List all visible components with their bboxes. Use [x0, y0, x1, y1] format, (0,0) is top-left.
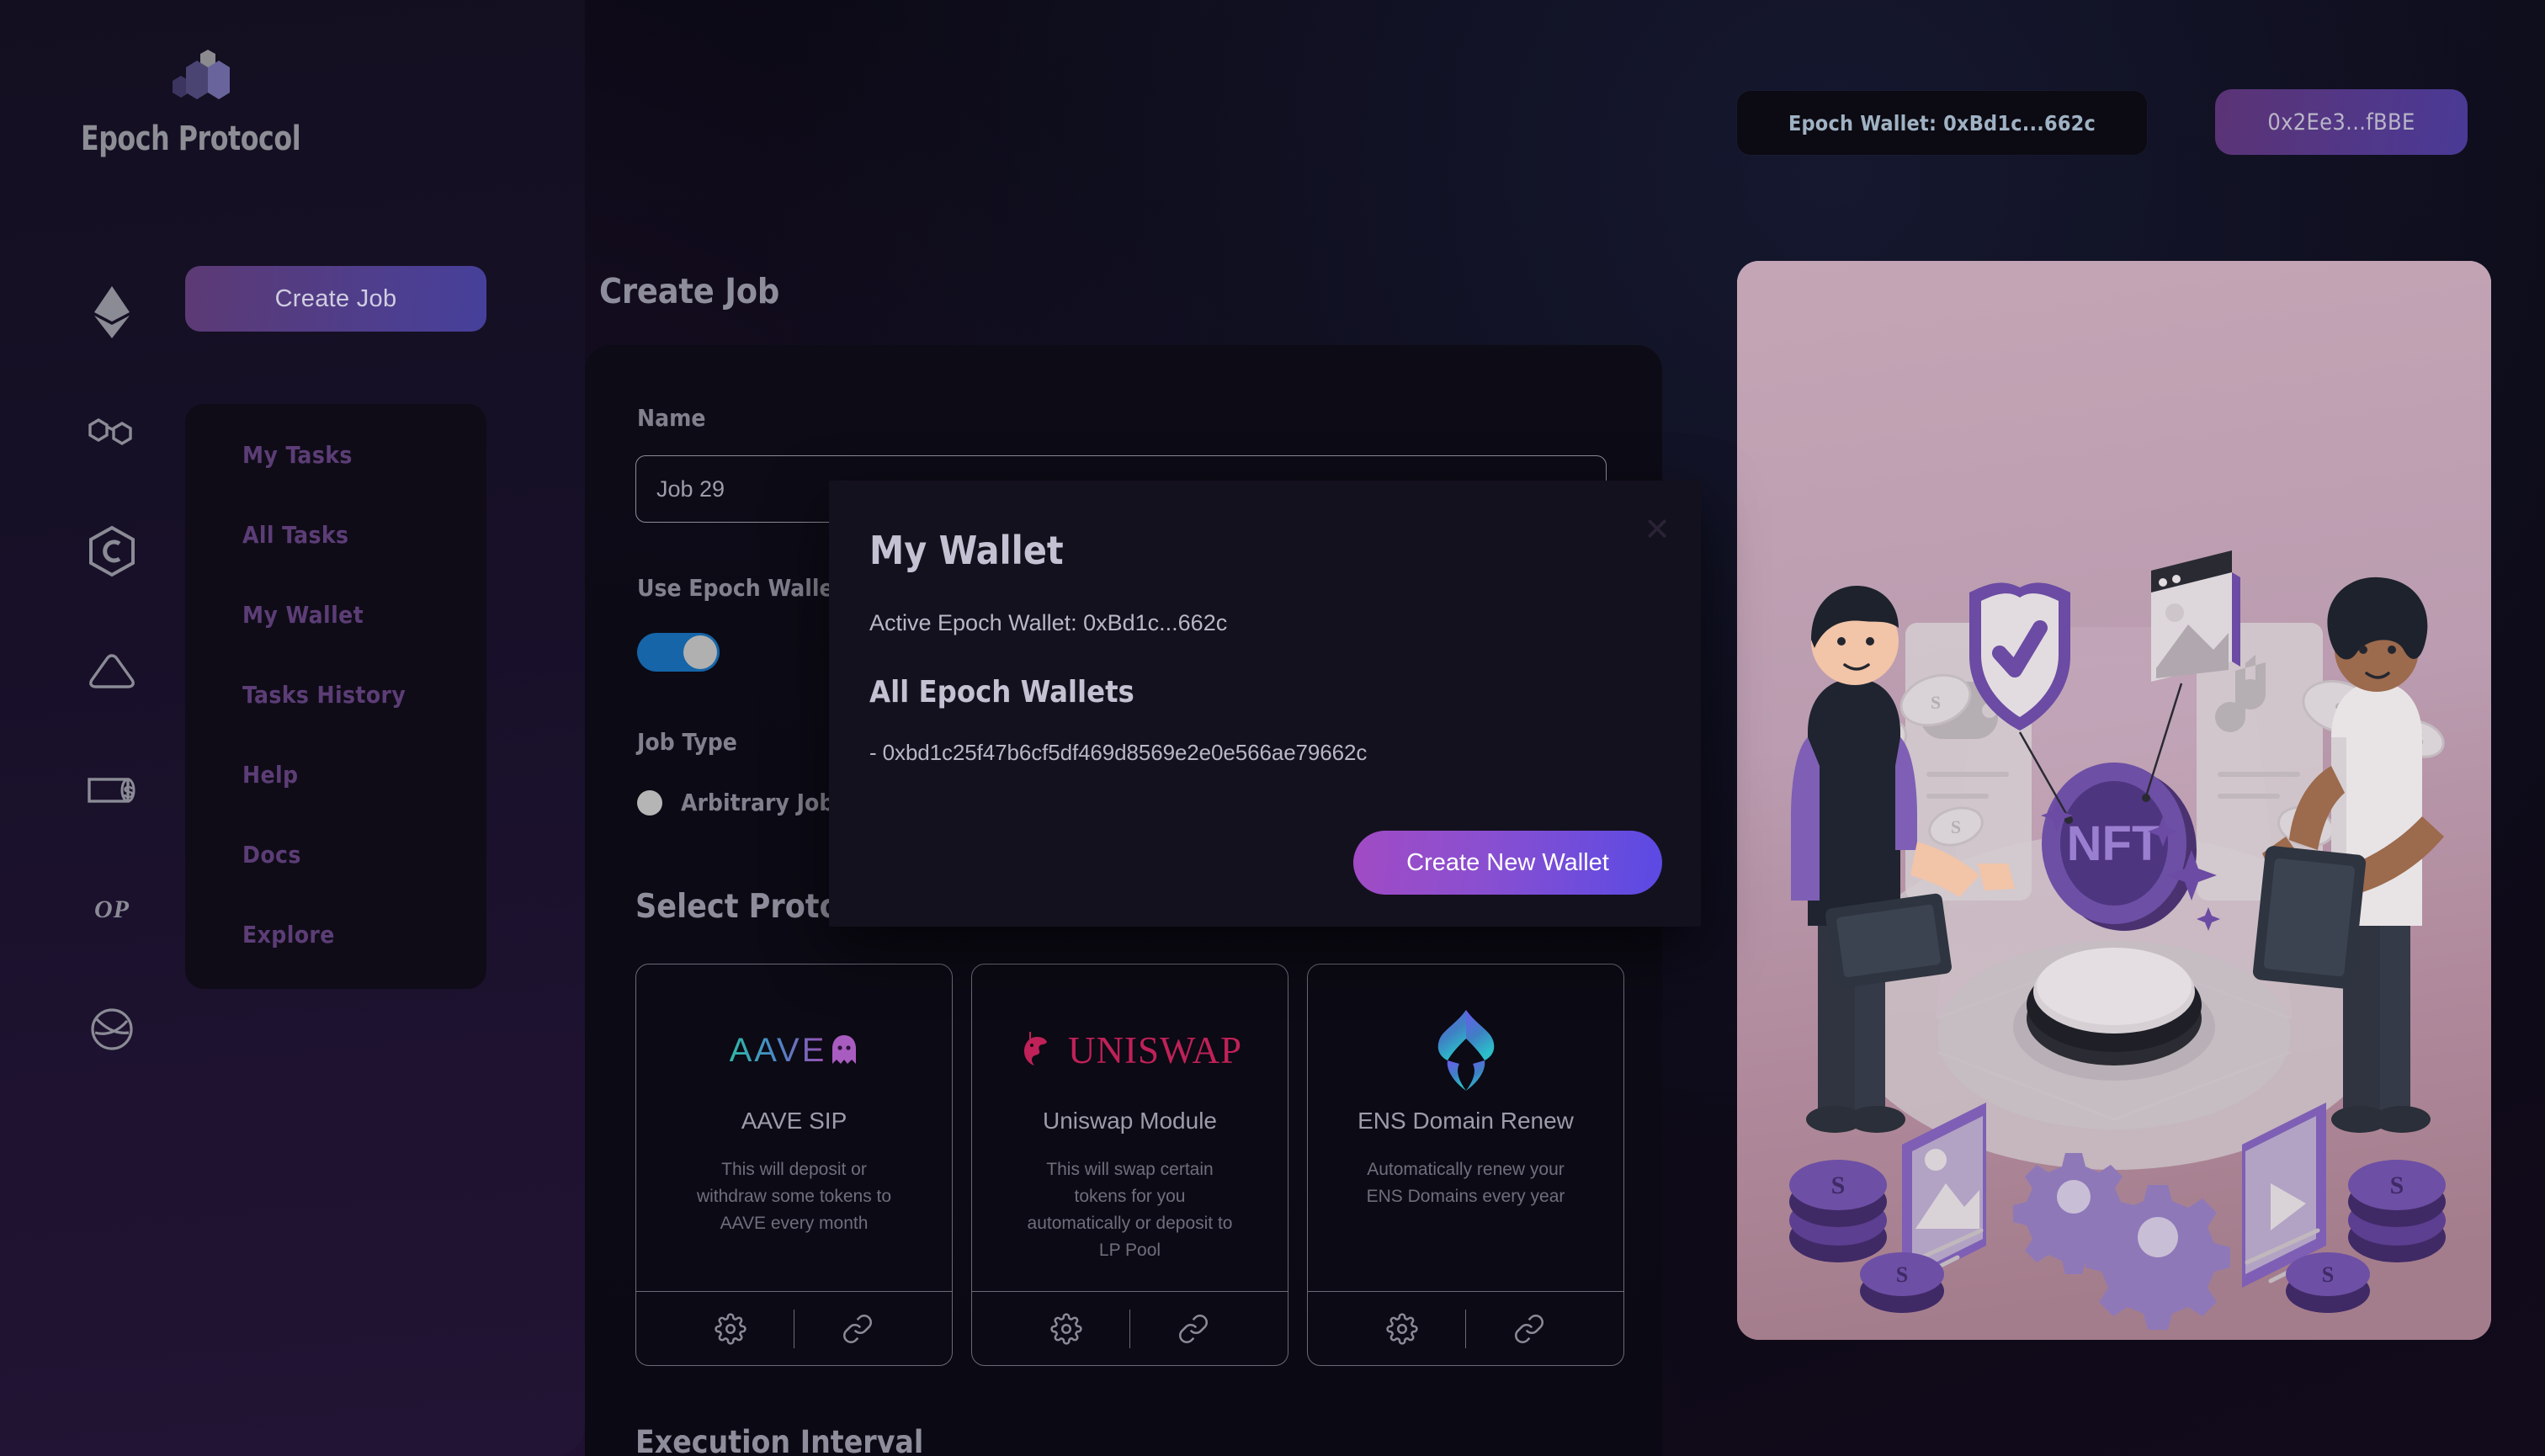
protocol-card-aave[interactable]: AAVE AAVE SIP This will deposit or withd… — [635, 964, 953, 1366]
protocol-card-footer — [972, 1291, 1288, 1365]
avalanche-icon[interactable] — [66, 611, 158, 731]
celo-icon[interactable] — [66, 492, 158, 611]
uniswap-wordmark: UNISWAP — [1067, 1029, 1243, 1071]
brand-name: Epoch Protocol — [81, 120, 301, 158]
protocol-card-ens[interactable]: ENS Domain Renew Automatically renew you… — [1307, 964, 1624, 1366]
aave-logo-icon: AAVE — [730, 1010, 859, 1091]
svg-text:S: S — [2390, 1172, 2404, 1199]
gnosis-icon[interactable] — [66, 970, 158, 1089]
toggle-knob — [683, 635, 717, 669]
link-icon[interactable] — [1130, 1313, 1257, 1345]
optimism-label: OP — [94, 895, 130, 923]
protocol-name: ENS Domain Renew — [1358, 1108, 1574, 1134]
protocol-name: AAVE SIP — [741, 1108, 847, 1134]
svg-text:NFT: NFT — [2067, 816, 2162, 871]
protocol-card-uniswap[interactable]: UNISWAP Uniswap Module This will swap ce… — [971, 964, 1288, 1366]
active-wallet-text: Active Epoch Wallet: 0xBd1c...662c — [869, 610, 1228, 635]
create-new-wallet-button[interactable]: Create New Wallet — [1353, 831, 1662, 895]
ethereum-icon[interactable] — [66, 252, 158, 372]
create-job-button[interactable]: Create Job — [185, 266, 486, 332]
gear-icon[interactable] — [667, 1312, 794, 1345]
sidebar-item-docs[interactable]: Docs — [242, 841, 486, 869]
sidebar-item-explore[interactable]: Explore — [242, 921, 486, 949]
all-wallets-heading: All Epoch Wallets — [869, 675, 1134, 709]
protocol-card-body: UNISWAP Uniswap Module This will swap ce… — [972, 964, 1288, 1291]
sidebar-item-my-wallet[interactable]: My Wallet — [242, 601, 486, 629]
svg-text:S: S — [2322, 1262, 2334, 1287]
use-epoch-wallet-label: Use Epoch Wallet — [637, 574, 844, 602]
svg-text:S: S — [1951, 816, 1961, 837]
protocol-card-body: ENS Domain Renew Automatically renew you… — [1308, 964, 1623, 1291]
protocol-card-footer — [1308, 1291, 1623, 1365]
protocol-description: Automatically renew your ENS Domains eve… — [1366, 1160, 1565, 1206]
svg-text:S: S — [123, 784, 134, 802]
execution-interval-title: Execution Interval — [635, 1424, 924, 1456]
sidebar-item-all-tasks[interactable]: All Tasks — [242, 521, 486, 549]
gear-icon[interactable] — [1003, 1312, 1129, 1345]
my-wallet-modal: ✕ My Wallet Active Epoch Wallet: 0xBd1c.… — [829, 481, 1701, 927]
uniswap-logo-icon: UNISWAP — [1017, 1010, 1242, 1091]
brand-logo[interactable]: Epoch Protocol — [81, 49, 333, 158]
job-type-option-label: Arbitrary Job — [681, 789, 835, 816]
sidebar-item-tasks-history[interactable]: Tasks History — [242, 681, 486, 709]
svg-text:S: S — [1831, 1172, 1846, 1199]
protocol-name: Uniswap Module — [1043, 1108, 1217, 1134]
job-type-label: Job Type — [637, 728, 737, 756]
protocol-card-footer — [636, 1291, 952, 1365]
polygon-icon[interactable] — [66, 372, 158, 492]
sidebar-item-help[interactable]: Help — [242, 761, 486, 789]
radio-dot-icon — [637, 789, 662, 816]
close-icon[interactable]: ✕ — [1644, 514, 1671, 546]
protocol-description: This will swap certain tokens for you au… — [1027, 1160, 1233, 1260]
optimism-icon[interactable]: OP — [66, 850, 158, 970]
epoch-wallet-pill[interactable]: Epoch Wallet: 0xBd1c...662c — [1737, 91, 2147, 155]
wallet-address-item[interactable]: - 0xbd1c25f47b6cf5df469d8569e2e0e566ae79… — [869, 740, 1662, 766]
link-icon[interactable] — [794, 1313, 921, 1345]
epoch-hexagon-logo-icon — [158, 49, 251, 114]
protocol-description: This will deposit or withdraw some token… — [696, 1160, 892, 1233]
svg-text:S: S — [1931, 692, 1941, 713]
connected-account-button[interactable]: 0x2Ee3...fBBE — [2215, 89, 2468, 155]
name-field-label: Name — [637, 404, 706, 432]
modal-title: My Wallet — [869, 528, 1064, 573]
use-epoch-wallet-toggle[interactable] — [637, 633, 720, 672]
svg-text:S: S — [1896, 1262, 1908, 1287]
protocol-card-list: AAVE AAVE SIP This will deposit or withd… — [635, 964, 1624, 1366]
chain-rail: S OP — [66, 252, 158, 1089]
sidebar-nav: My Tasks All Tasks My Wallet Tasks Histo… — [185, 404, 486, 989]
nft-marketplace-illustration: NFT S S S S S S — [1737, 261, 2491, 1340]
protocol-card-body: AAVE AAVE SIP This will deposit or withd… — [636, 964, 952, 1291]
ens-logo-icon — [1427, 1010, 1505, 1091]
scroll-icon[interactable]: S — [66, 731, 158, 850]
link-icon[interactable] — [1466, 1313, 1592, 1345]
app-root: Epoch Protocol Epoch Wallet: 0xBd1c...66… — [0, 0, 2545, 1456]
gear-icon[interactable] — [1339, 1312, 1465, 1345]
page-title: Create Job — [599, 271, 780, 311]
sidebar-item-my-tasks[interactable]: My Tasks — [242, 441, 486, 469]
job-type-radio-arbitrary[interactable]: Arbitrary Job — [637, 789, 834, 816]
